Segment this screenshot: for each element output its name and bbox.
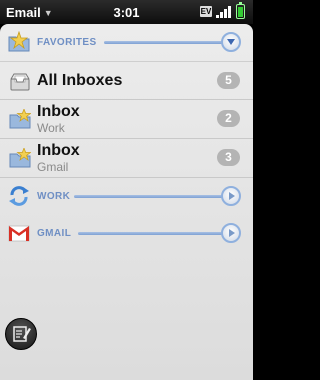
chevron-right-icon [229,192,235,200]
account-label: WORK [37,191,71,202]
email-app-screen: Email ▼ 3:01 EV FAVORITES All Inboxes 5 … [0,0,253,380]
divider-line [74,195,231,198]
account-divider-gmail[interactable]: GMAIL [0,215,253,252]
chevron-down-icon [227,39,235,45]
compose-icon [13,326,31,342]
mailbox-row-inbox-gmail[interactable]: Inbox Gmail 3 [0,138,253,177]
mailbox-title: Inbox [37,103,80,120]
mailbox-account: Work [37,121,65,135]
divider-line [104,41,231,44]
favorite-inbox-icon [9,109,31,129]
mailbox-row-inbox-work[interactable]: Inbox Work 2 [0,99,253,138]
chevron-right-icon [229,229,235,237]
unread-count-badge: 3 [217,149,240,166]
mailbox-account: Gmail [37,160,69,174]
account-expand-toggle[interactable] [221,223,241,243]
carrier-badge: EV [200,6,212,17]
divider-line [78,232,231,235]
all-inboxes-icon [10,73,30,91]
favorites-label: FAVORITES [37,37,97,48]
mailbox-list: FAVORITES All Inboxes 5 Inbox Work 2 Inb… [0,24,253,380]
favorites-collapse-toggle[interactable] [221,32,241,52]
gmail-icon [8,225,30,242]
compose-button[interactable] [5,318,37,350]
account-divider-work[interactable]: WORK [0,178,253,215]
sync-icon [9,186,29,206]
mailbox-row-all-inboxes[interactable]: All Inboxes 5 [0,61,253,99]
account-label: GMAIL [37,228,72,239]
unread-count-badge: 5 [217,72,240,89]
battery-icon [236,2,245,19]
favorite-inbox-icon [9,148,31,168]
status-bar: Email ▼ 3:01 EV [0,0,253,24]
mailbox-title: Inbox [37,142,80,159]
battery-level [238,7,243,17]
favorites-divider[interactable]: FAVORITES [0,24,253,61]
favorites-folder-icon [8,31,30,52]
unread-count-badge: 2 [217,110,240,127]
mailbox-title: All Inboxes [37,72,123,89]
account-expand-toggle[interactable] [221,186,241,206]
signal-strength-icon [216,6,232,18]
